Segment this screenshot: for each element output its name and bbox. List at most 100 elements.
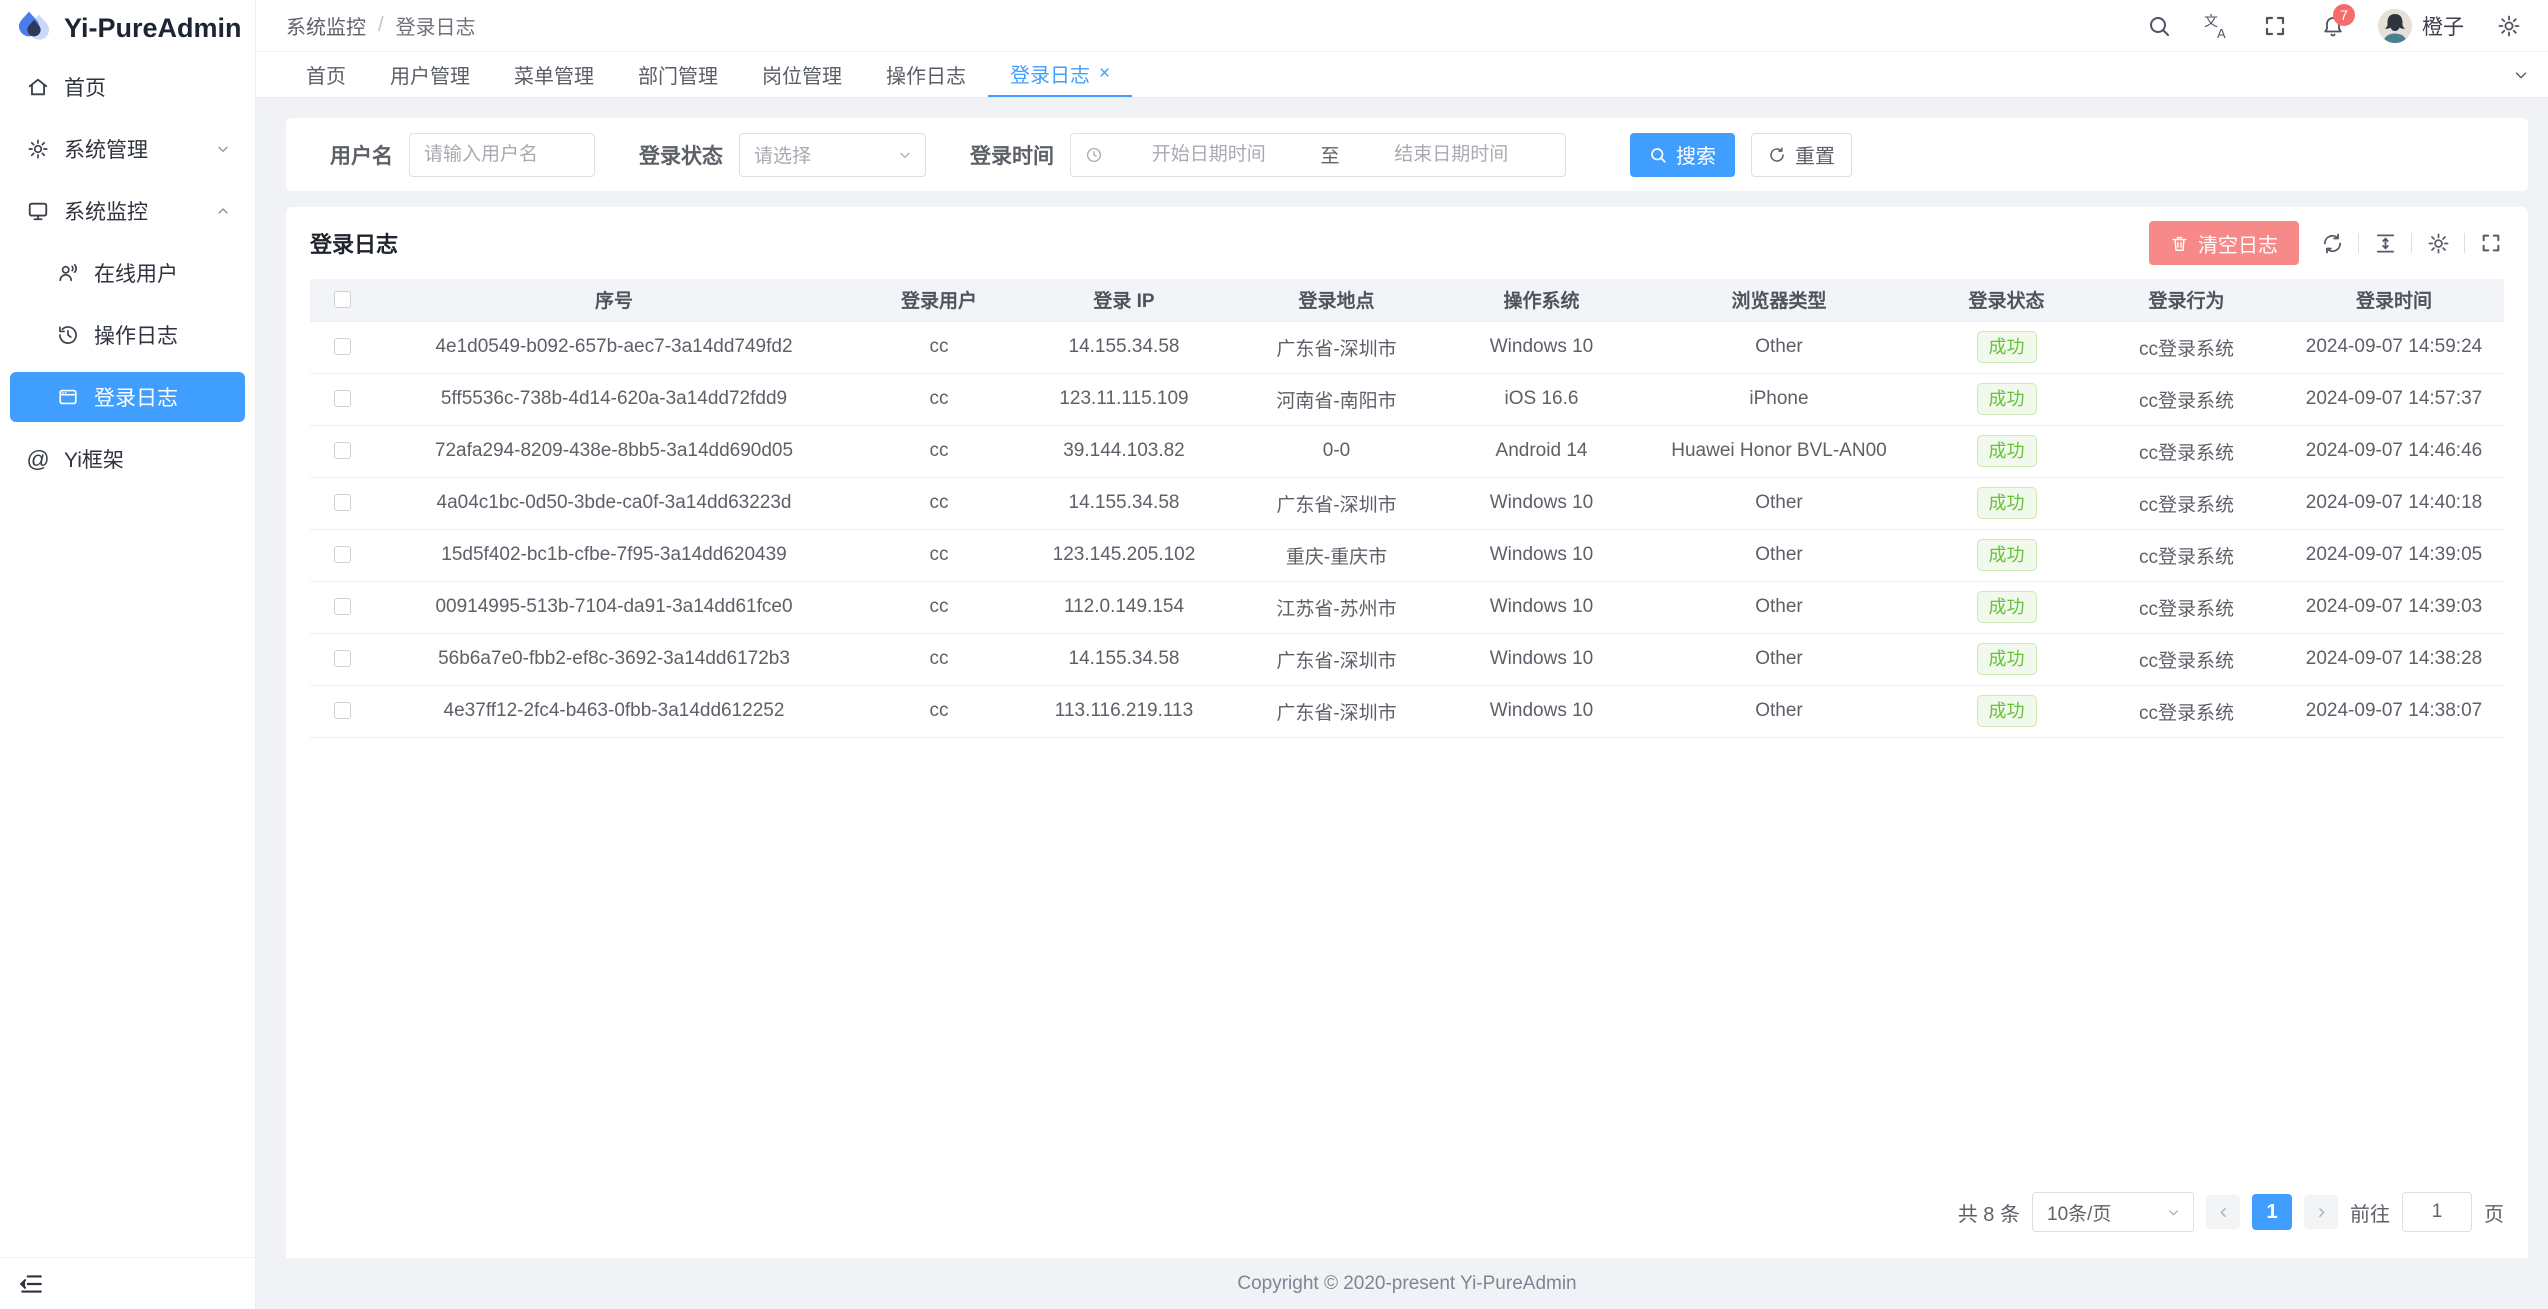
cell-os: Android 14 <box>1449 425 1634 477</box>
cell-status: 成功 <box>1924 633 2089 685</box>
cell-ip: 39.144.103.82 <box>1024 425 1224 477</box>
column-header-behavior: 登录行为 <box>2089 279 2284 321</box>
status-badge: 成功 <box>1977 435 2037 467</box>
fullscreen-icon[interactable] <box>2262 13 2288 39</box>
translate-icon[interactable]: 文A <box>2204 13 2230 39</box>
notification-bell-icon[interactable]: 7 <box>2320 13 2346 39</box>
prev-page-button[interactable] <box>2206 1195 2240 1229</box>
sidebar-item-system-monitor[interactable]: 系统监控 <box>10 186 245 236</box>
cell-location: 河南省-南阳市 <box>1224 373 1449 425</box>
cell-behavior: cc登录系统 <box>2089 685 2284 737</box>
row-checkbox[interactable] <box>334 598 351 615</box>
sidebar-item-operation-log[interactable]: 操作日志 <box>10 310 245 360</box>
column-header-time: 登录时间 <box>2284 279 2504 321</box>
table-row[interactable]: 4e1d0549-b092-657b-aec7-3a14dd749fd2 cc … <box>310 321 2504 373</box>
start-date-input[interactable] <box>1109 144 1309 166</box>
pagination: 共 8 条 10条/页 1 前往 页 <box>310 1192 2504 1232</box>
cell-time: 2024-09-07 14:57:37 <box>2284 373 2504 425</box>
pagination-total: 共 8 条 <box>1958 1198 2020 1227</box>
settings-gear-icon[interactable] <box>2496 13 2522 39</box>
breadcrumb-item-current: 登录日志 <box>396 11 476 40</box>
cell-location: 0-0 <box>1224 425 1449 477</box>
tab-login-log[interactable]: 登录日志 × <box>988 52 1132 97</box>
cell-browser: Other <box>1634 633 1924 685</box>
sidebar-item-home[interactable]: 首页 <box>10 62 245 112</box>
status-badge: 成功 <box>1977 539 2037 571</box>
status-select[interactable]: 请选择 <box>739 133 926 177</box>
cell-behavior: cc登录系统 <box>2089 477 2284 529</box>
cell-time: 2024-09-07 14:40:18 <box>2284 477 2504 529</box>
cell-behavior: cc登录系统 <box>2089 425 2284 477</box>
tab-user-management[interactable]: 用户管理 <box>368 52 492 97</box>
sidebar-item-label: 登录日志 <box>94 382 178 412</box>
username-input[interactable] <box>409 133 595 177</box>
tab-dept-management[interactable]: 部门管理 <box>616 52 740 97</box>
table-row[interactable]: 4a04c1bc-0d50-3bde-ca0f-3a14dd63223d cc … <box>310 477 2504 529</box>
goto-page-input[interactable] <box>2402 1192 2472 1232</box>
table-row[interactable]: 56b6a7e0-fbb2-ef8c-3692-3a14dd6172b3 cc … <box>310 633 2504 685</box>
table-row[interactable]: 00914995-513b-7104-da91-3a14dd61fce0 cc … <box>310 581 2504 633</box>
sidebar-item-login-log[interactable]: 登录日志 <box>10 372 245 422</box>
cell-os: Windows 10 <box>1449 685 1634 737</box>
logo[interactable]: Yi-PureAdmin <box>0 0 255 56</box>
table-row[interactable]: 4e37ff12-2fc4-b463-0fbb-3a14dd612252 cc … <box>310 685 2504 737</box>
table-row[interactable]: 5ff5536c-738b-4d14-620a-3a14dd72fdd9 cc … <box>310 373 2504 425</box>
topbar: 系统监控 / 登录日志 文A 7 橙子 <box>256 0 2548 52</box>
row-checkbox[interactable] <box>334 546 351 563</box>
end-date-input[interactable] <box>1352 144 1552 166</box>
collapse-sidebar-icon[interactable] <box>18 1271 44 1297</box>
monitor-icon <box>26 199 50 223</box>
divider <box>2464 233 2465 253</box>
breadcrumb-item[interactable]: 系统监控 <box>286 11 366 40</box>
row-checkbox[interactable] <box>334 650 351 667</box>
clock-icon <box>1085 146 1103 164</box>
reset-button[interactable]: 重置 <box>1751 133 1852 177</box>
page-number-1[interactable]: 1 <box>2252 1194 2292 1230</box>
search-button[interactable]: 搜索 <box>1630 133 1735 177</box>
table-header-row: 序号 登录用户 登录 IP 登录地点 操作系统 浏览器类型 登录状态 登录行为 … <box>310 279 2504 321</box>
cell-time: 2024-09-07 14:39:03 <box>2284 581 2504 633</box>
row-checkbox[interactable] <box>334 494 351 511</box>
row-checkbox[interactable] <box>334 390 351 407</box>
card-toolbar: 清空日志 <box>2149 221 2504 265</box>
refresh-icon[interactable] <box>2319 230 2345 256</box>
tab-menu-management[interactable]: 菜单管理 <box>492 52 616 97</box>
close-tab-icon[interactable]: × <box>1099 64 1110 83</box>
cell-location: 广东省-深圳市 <box>1224 321 1449 373</box>
table-row[interactable]: 72afa294-8209-438e-8bb5-3a14dd690d05 cc … <box>310 425 2504 477</box>
cell-time: 2024-09-07 14:39:05 <box>2284 529 2504 581</box>
sidebar-item-system-management[interactable]: 系统管理 <box>10 124 245 174</box>
clear-logs-button[interactable]: 清空日志 <box>2149 221 2299 265</box>
tab-operation-log[interactable]: 操作日志 <box>864 52 988 97</box>
cell-user: cc <box>854 321 1024 373</box>
row-checkbox[interactable] <box>334 338 351 355</box>
cell-location: 广东省-深圳市 <box>1224 633 1449 685</box>
date-range-picker[interactable]: 至 <box>1070 133 1566 177</box>
density-icon[interactable] <box>2372 230 2398 256</box>
user-menu[interactable]: 橙子 <box>2378 9 2464 43</box>
table-row[interactable]: 15d5f402-bc1b-cfbe-7f95-3a14dd620439 cc … <box>310 529 2504 581</box>
search-icon[interactable] <box>2146 13 2172 39</box>
cell-os: Windows 10 <box>1449 477 1634 529</box>
page-size-select[interactable]: 10条/页 <box>2032 1192 2194 1232</box>
next-page-button[interactable] <box>2304 1195 2338 1229</box>
cell-status: 成功 <box>1924 685 2089 737</box>
chevron-up-icon <box>215 203 231 219</box>
column-header-ip: 登录 IP <box>1024 279 1224 321</box>
tab-post-management[interactable]: 岗位管理 <box>740 52 864 97</box>
column-settings-icon[interactable] <box>2425 230 2451 256</box>
status-badge: 成功 <box>1977 331 2037 363</box>
sidebar-item-label: 系统管理 <box>64 134 148 164</box>
select-all-checkbox[interactable] <box>334 291 351 308</box>
cell-id: 5ff5536c-738b-4d14-620a-3a14dd72fdd9 <box>374 373 854 425</box>
table-fullscreen-icon[interactable] <box>2478 230 2504 256</box>
sidebar-item-yi-framework[interactable]: @ Yi框架 <box>10 434 245 484</box>
row-checkbox[interactable] <box>334 442 351 459</box>
column-header-user: 登录用户 <box>854 279 1024 321</box>
tabs-menu-chevron-icon[interactable] <box>2512 52 2530 97</box>
sidebar-item-online-users[interactable]: 在线用户 <box>10 248 245 298</box>
cell-id: 72afa294-8209-438e-8bb5-3a14dd690d05 <box>374 425 854 477</box>
cell-ip: 113.116.219.113 <box>1024 685 1224 737</box>
tab-home[interactable]: 首页 <box>284 52 368 97</box>
row-checkbox[interactable] <box>334 702 351 719</box>
